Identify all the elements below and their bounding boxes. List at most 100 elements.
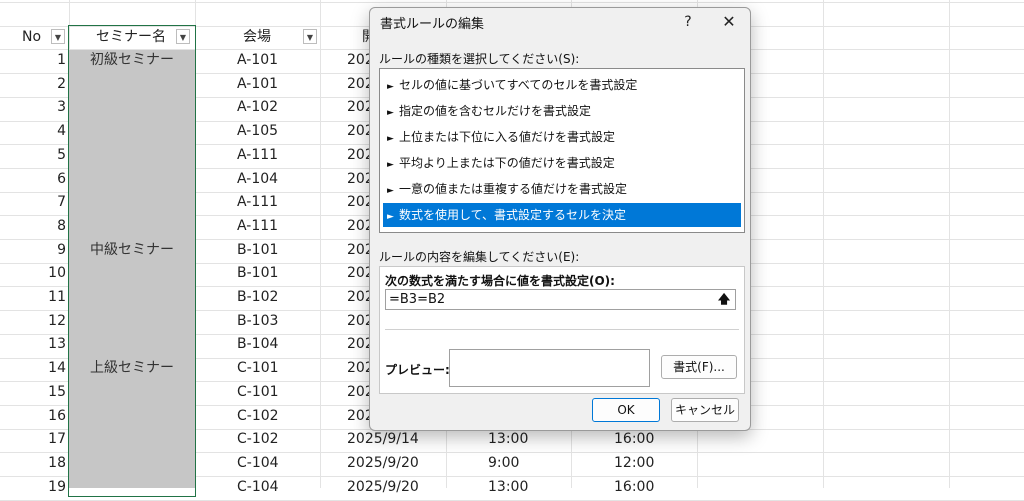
cell-date: 2025/9/20	[347, 478, 419, 495]
divider	[385, 329, 739, 330]
triangle-right-icon: ►	[387, 160, 394, 170]
cell-venue: B-101	[237, 241, 279, 258]
cell-no: 19	[48, 478, 66, 495]
cell-no: 15	[48, 383, 66, 400]
rule-type-item[interactable]: ► セルの値に基づいてすべてのセルを書式設定	[383, 73, 741, 97]
formula-value: =B3=B2	[389, 292, 446, 307]
cell-seminar	[70, 191, 194, 214]
cell-no: 18	[48, 454, 66, 471]
cell-no: 4	[57, 123, 66, 140]
rule-type-label-text: セルの値に基づいてすべてのセルを書式設定	[399, 78, 638, 92]
cell-end-time: 16:00	[614, 431, 655, 448]
cell-seminar	[70, 428, 194, 451]
cell-venue: A-111	[237, 194, 279, 211]
cell-venue: A-102	[237, 99, 279, 116]
cell-seminar: 上級セミナー	[90, 360, 174, 377]
close-icon[interactable]: ✕	[717, 11, 741, 33]
rule-type-item[interactable]: ► 一意の値または重複する値だけを書式設定	[383, 177, 741, 201]
cell-no: 12	[48, 312, 66, 329]
cell-seminar	[70, 381, 194, 404]
help-icon[interactable]: ?	[677, 11, 699, 33]
cell-no: 17	[48, 431, 66, 448]
cell-seminar	[70, 168, 194, 191]
cell-seminar	[70, 333, 194, 356]
cell-seminar	[70, 144, 194, 167]
filter-dropdown-seminar[interactable]: ▼	[176, 29, 190, 44]
rule-content-panel: 次の数式を満たす場合に値を書式設定(O): =B3=B2 🡅 プレビュー: 書式…	[379, 266, 745, 394]
cell-no: 7	[57, 194, 66, 211]
cell-no: 8	[57, 217, 66, 234]
preview-label: プレビュー:	[385, 363, 450, 377]
cell-venue: C-101	[237, 383, 279, 400]
cell-venue: B-104	[237, 336, 279, 353]
cell-no: 16	[48, 407, 66, 424]
rule-type-label-text: 平均より上または下の値だけを書式設定	[399, 156, 615, 170]
cell-venue: C-102	[237, 407, 279, 424]
cell-no: 10	[48, 265, 66, 282]
cell-start-time: 9:00	[488, 454, 520, 471]
cell-date: 2025/9/14	[347, 431, 419, 448]
cell-venue: A-104	[237, 170, 279, 187]
cell-seminar	[70, 215, 194, 238]
format-button[interactable]: 書式(F)...	[661, 355, 737, 379]
rule-type-label-text: 数式を使用して、書式設定するセルを決定	[399, 208, 627, 222]
triangle-right-icon: ►	[387, 134, 394, 144]
rule-type-label: ルールの種類を選択してください(S):	[379, 52, 580, 66]
cell-venue: A-101	[237, 52, 279, 68]
cell-venue: A-111	[237, 146, 279, 163]
cell-seminar	[70, 73, 194, 96]
triangle-right-icon: ►	[387, 186, 394, 196]
rule-type-item[interactable]: ► 平均より上または下の値だけを書式設定	[383, 151, 741, 175]
rule-type-list[interactable]: ► セルの値に基づいてすべてのセルを書式設定 ► 指定の値を含むセルだけを書式設定 ► 上…	[379, 68, 745, 233]
header-seminar: セミナー名	[96, 29, 166, 45]
filter-dropdown-venue[interactable]: ▼	[303, 29, 317, 44]
edit-format-rule-dialog: 書式ルールの編集 ? ✕ ルールの種類を選択してください(S): ► セルの値に基…	[369, 7, 751, 431]
grid-column-line	[195, 0, 196, 488]
cell-date: 2025/9/20	[347, 454, 419, 471]
cell-venue: A-111	[237, 217, 279, 234]
cell-end-time: 16:00	[614, 478, 655, 495]
rule-type-item[interactable]: ► 指定の値を含むセルだけを書式設定	[383, 99, 741, 123]
cell-seminar	[70, 286, 194, 309]
cell-venue: B-103	[237, 312, 279, 329]
ok-button[interactable]: OK	[592, 398, 660, 422]
rule-type-label-text: 指定の値を含むセルだけを書式設定	[399, 104, 592, 118]
grid-column-line	[823, 0, 824, 488]
cell-venue: B-102	[237, 289, 279, 305]
cell-venue: A-105	[237, 123, 279, 140]
cell-no: 3	[57, 99, 66, 116]
cell-no: 1	[57, 52, 66, 68]
formula-input[interactable]: =B3=B2 🡅	[385, 289, 736, 310]
filter-dropdown-no[interactable]: ▼	[51, 29, 65, 44]
cell-seminar	[70, 120, 194, 143]
preview-box	[449, 349, 650, 387]
cell-venue: C-101	[237, 360, 279, 377]
cell-start-time: 13:00	[488, 431, 529, 448]
cell-start-time: 13:00	[488, 478, 529, 495]
cell-no: 14	[48, 360, 66, 377]
cell-seminar	[70, 476, 194, 499]
cell-no: 5	[57, 146, 66, 163]
cell-no: 2	[57, 75, 66, 92]
cancel-button[interactable]: キャンセル	[671, 398, 739, 422]
rule-type-label-text: 上位または下位に入る値だけを書式設定	[399, 130, 616, 144]
rule-type-label-text: 一意の値または重複する値だけを書式設定	[399, 182, 628, 196]
rule-type-item[interactable]: ► 上位または下位に入る値だけを書式設定	[383, 125, 741, 149]
header-venue: 会場	[243, 29, 271, 45]
cell-no: 11	[48, 289, 66, 305]
grid-column-line	[320, 0, 321, 488]
rule-content-label: ルールの内容を編集してください(E):	[379, 250, 580, 264]
rule-type-item[interactable]: ► 数式を使用して、書式設定するセルを決定	[383, 203, 741, 227]
cell-venue: C-104	[237, 478, 279, 495]
triangle-right-icon: ►	[387, 212, 394, 222]
collapse-dialog-icon[interactable]: 🡅	[717, 291, 731, 308]
cell-no: 13	[48, 336, 66, 353]
dialog-title: 書式ルールの編集	[380, 17, 485, 32]
cell-venue: C-102	[237, 431, 279, 448]
triangle-right-icon: ►	[387, 108, 394, 118]
cell-seminar	[70, 96, 194, 119]
grid-column-line	[949, 0, 950, 488]
cell-seminar	[70, 452, 194, 475]
cell-seminar	[70, 262, 194, 285]
cell-seminar: 初級セミナー	[90, 52, 174, 68]
